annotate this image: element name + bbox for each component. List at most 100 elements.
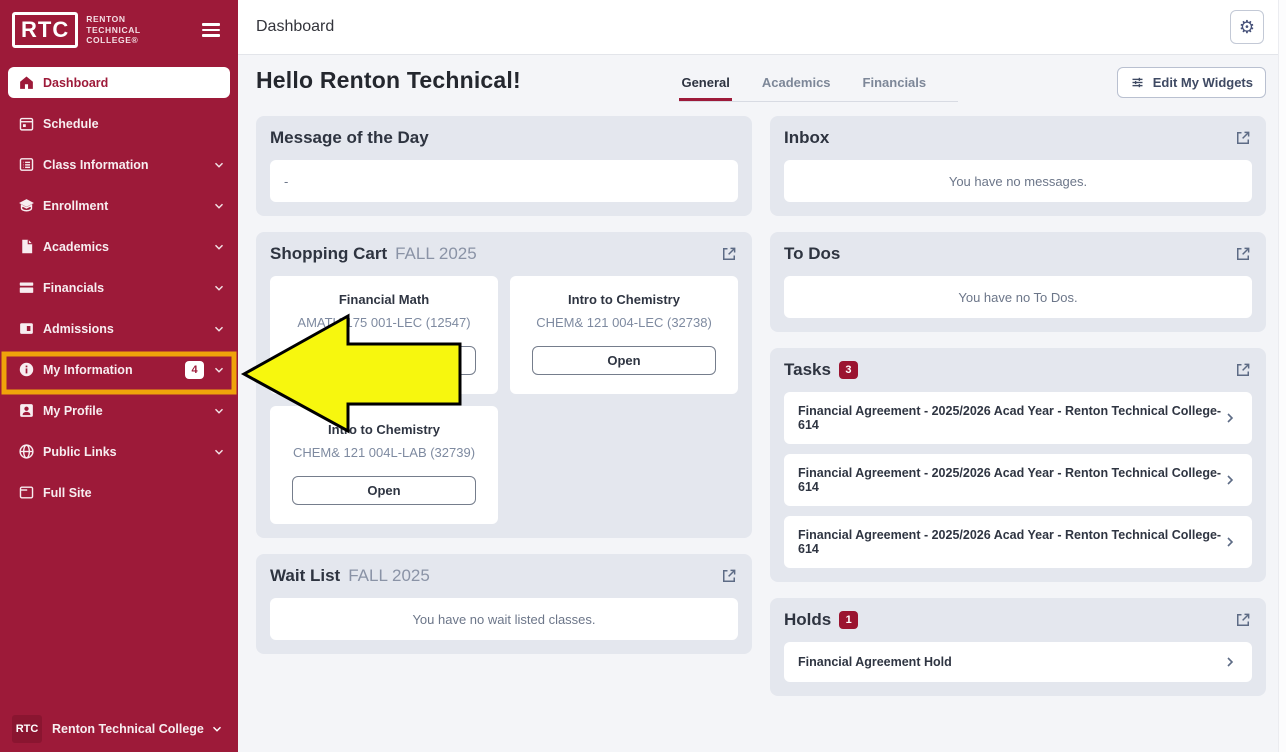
- sidebar-item-financials[interactable]: Financials: [0, 267, 238, 308]
- browser-window-icon: [18, 484, 35, 501]
- sidebar-item-my-profile[interactable]: My Profile: [0, 390, 238, 431]
- open-in-new-icon[interactable]: [720, 245, 738, 263]
- course-name: Financial Math: [284, 292, 484, 307]
- sidebar-item-academics[interactable]: Academics: [0, 226, 238, 267]
- open-course-button[interactable]: Open: [292, 346, 476, 375]
- holds-count-badge: 1: [839, 611, 858, 629]
- sidebar-item-label: Academics: [43, 240, 212, 254]
- edit-my-widgets-button[interactable]: Edit My Widgets: [1117, 67, 1266, 98]
- sidebar-item-label: My Information: [43, 363, 185, 377]
- cart-course-card: Intro to Chemistry CHEM& 121 004L-LAB (3…: [270, 406, 498, 524]
- widget-title: To Dos: [784, 244, 840, 264]
- open-course-button[interactable]: Open: [532, 346, 716, 375]
- credit-card-icon: [18, 279, 35, 296]
- page-scrollbar[interactable]: [1278, 0, 1286, 752]
- chevron-right-icon: [1222, 654, 1238, 670]
- rtc-logo[interactable]: RTC: [12, 12, 78, 48]
- tab-academics[interactable]: Academics: [760, 73, 833, 101]
- sidebar-item-label: Financials: [43, 281, 212, 295]
- todos-empty-text: You have no To Dos.: [784, 276, 1252, 318]
- term-label: FALL 2025: [348, 566, 430, 586]
- home-icon: [18, 74, 35, 91]
- cart-course-card: Intro to Chemistry CHEM& 121 004-LEC (32…: [510, 276, 738, 394]
- chevron-right-icon: [1222, 534, 1238, 550]
- sidebar-item-label: My Profile: [43, 404, 212, 418]
- document-icon: [18, 238, 35, 255]
- course-code: CHEM& 121 004L-LAB (32739): [284, 445, 484, 460]
- motd-body: -: [270, 160, 738, 202]
- widget-message-of-the-day: Message of the Day -: [256, 116, 752, 216]
- chevron-down-icon: [212, 158, 226, 172]
- chevron-down-icon: [212, 281, 226, 295]
- open-course-button[interactable]: Open: [292, 476, 476, 505]
- sidebar: RTC RENTON TECHNICAL COLLEGE® Dashboard …: [0, 0, 238, 752]
- hold-row[interactable]: Financial Agreement Hold: [784, 642, 1252, 682]
- calendar-icon: [18, 115, 35, 132]
- cart-course-card: Financial Math AMATH 175 001-LEC (12547)…: [270, 276, 498, 394]
- chevron-down-icon: [212, 404, 226, 418]
- widget-title: Wait List: [270, 566, 340, 586]
- task-row[interactable]: Financial Agreement - 2025/2026 Acad Yea…: [784, 454, 1252, 506]
- widget-tabs: General Academics Financials: [679, 73, 958, 102]
- sidebar-item-label: Dashboard: [43, 76, 220, 90]
- sidebar-item-dashboard[interactable]: Dashboard: [0, 62, 238, 103]
- list-alt-icon: [18, 156, 35, 173]
- widget-wait-list: Wait List FALL 2025 You have no wait lis…: [256, 554, 752, 654]
- widget-title: Tasks: [784, 360, 831, 380]
- tab-general[interactable]: General: [679, 73, 731, 101]
- sidebar-item-label: Public Links: [43, 445, 212, 459]
- sidebar-item-public-links[interactable]: Public Links: [0, 431, 238, 472]
- gear-icon: ⚙: [1239, 18, 1255, 36]
- open-in-new-icon[interactable]: [1234, 245, 1252, 263]
- college-abbr: RTC: [12, 715, 42, 743]
- course-name: Intro to Chemistry: [284, 422, 484, 437]
- open-in-new-icon[interactable]: [1234, 361, 1252, 379]
- chevron-down-icon: [212, 322, 226, 336]
- open-in-new-icon[interactable]: [720, 567, 738, 585]
- inbox-empty-text: You have no messages.: [784, 160, 1252, 202]
- widget-inbox: Inbox You have no messages.: [770, 116, 1266, 216]
- sidebar-footer-college-switcher[interactable]: RTC Renton Technical College: [0, 706, 238, 752]
- sidebar-item-label: Enrollment: [43, 199, 212, 213]
- sidebar-item-label: Admissions: [43, 322, 212, 336]
- sidebar-item-admissions[interactable]: Admissions: [0, 308, 238, 349]
- open-in-new-icon[interactable]: [1234, 611, 1252, 629]
- open-in-new-icon[interactable]: [1234, 129, 1252, 147]
- tab-financials[interactable]: Financials: [861, 73, 929, 101]
- course-name: Intro to Chemistry: [524, 292, 724, 307]
- sidebar-item-full-site[interactable]: Full Site: [0, 472, 238, 513]
- college-name: RENTON TECHNICAL COLLEGE®: [86, 14, 141, 46]
- task-row[interactable]: Financial Agreement - 2025/2026 Acad Yea…: [784, 516, 1252, 568]
- top-bar: Dashboard ⚙: [238, 0, 1286, 55]
- my-information-count-badge: 4: [185, 361, 204, 379]
- widget-tasks: Tasks 3 Financial Agreement - 2025/2026 …: [770, 348, 1266, 582]
- dashboard-content: Hello Renton Technical! General Academic…: [238, 55, 1286, 696]
- sidebar-item-schedule[interactable]: Schedule: [0, 103, 238, 144]
- chevron-right-icon: [1222, 472, 1238, 488]
- sidebar-item-my-information[interactable]: My Information 4: [0, 349, 238, 390]
- globe-icon: [18, 443, 35, 460]
- sidebar-nav: Dashboard Schedule Class Information Enr…: [0, 56, 238, 513]
- course-code: CHEM& 121 004-LEC (32738): [524, 315, 724, 330]
- sidebar-item-enrollment[interactable]: Enrollment: [0, 185, 238, 226]
- chevron-down-icon: [212, 240, 226, 254]
- widget-title: Shopping Cart: [270, 244, 387, 264]
- menu-toggle-icon[interactable]: [198, 19, 224, 41]
- chevron-right-icon: [1222, 410, 1238, 426]
- chevron-down-icon: [212, 445, 226, 459]
- sidebar-item-label: Class Information: [43, 158, 212, 172]
- chevron-down-icon: [212, 199, 226, 213]
- sidebar-item-class-information[interactable]: Class Information: [0, 144, 238, 185]
- chevron-down-icon: [212, 363, 226, 377]
- greeting-title: Hello Renton Technical!: [256, 67, 521, 94]
- tasks-count-badge: 3: [839, 361, 858, 379]
- widget-title: Message of the Day: [270, 128, 429, 148]
- task-row[interactable]: Financial Agreement - 2025/2026 Acad Yea…: [784, 392, 1252, 444]
- college-label: Renton Technical College: [52, 722, 210, 736]
- course-code: AMATH 175 001-LEC (12547): [284, 315, 484, 330]
- sidebar-item-label: Schedule: [43, 117, 226, 131]
- main-area: Dashboard ⚙ Hello Renton Technical! Gene…: [238, 0, 1286, 752]
- chevron-down-icon: [210, 722, 224, 736]
- settings-button[interactable]: ⚙: [1230, 10, 1264, 44]
- widget-title: Holds: [784, 610, 831, 630]
